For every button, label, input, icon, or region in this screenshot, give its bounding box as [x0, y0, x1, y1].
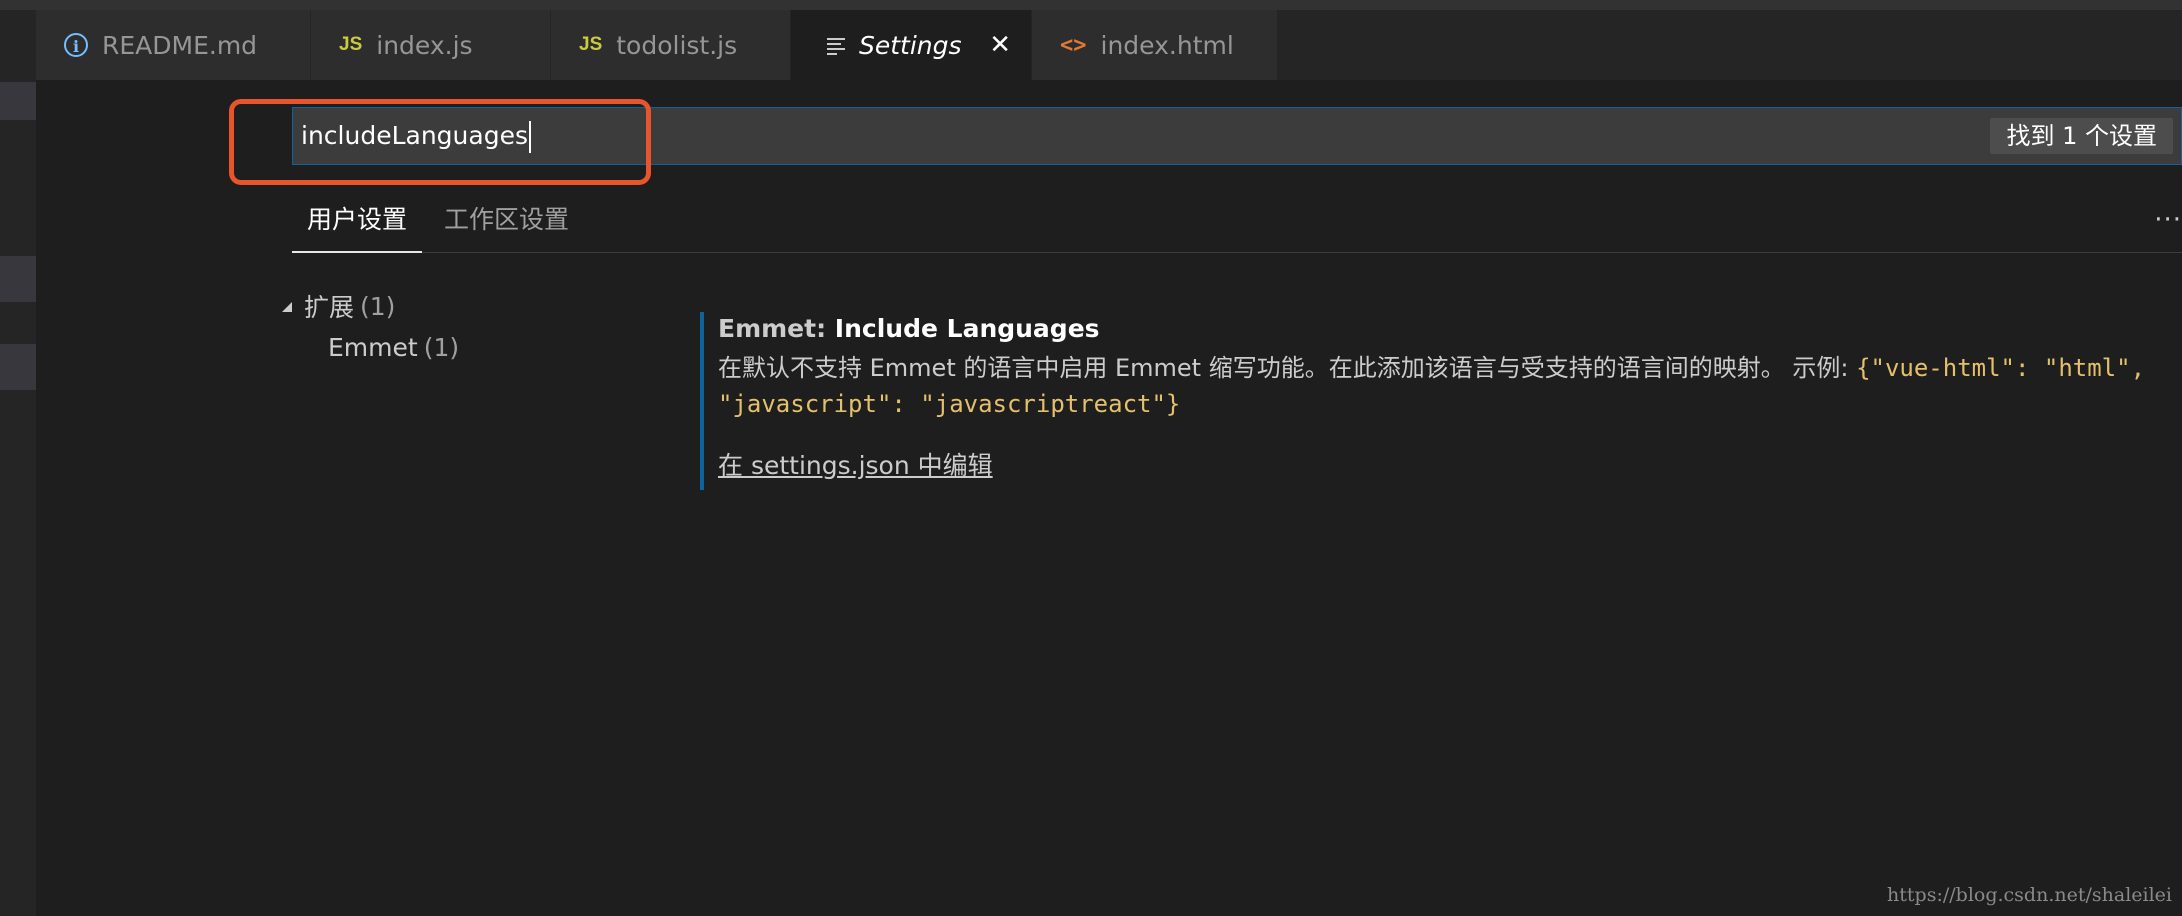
- tree-group-count: (1): [360, 291, 396, 321]
- setting-item: Emmet: Include Languages 在默认不支持 Emmet 的语…: [700, 312, 2182, 490]
- js-file-icon: JS: [339, 34, 363, 55]
- tab-label: README.md: [102, 30, 258, 60]
- watermark: https://blog.csdn.net/shaleilei: [1887, 884, 2172, 906]
- settings-search-box: includeLanguages 找到 1 个设置: [292, 107, 2182, 165]
- tab-user-settings[interactable]: 用户设置: [292, 190, 423, 253]
- tab-label: Settings: [859, 30, 962, 60]
- tab-settings[interactable]: Settings ✕: [791, 10, 1032, 80]
- tree-item-emmet[interactable]: Emmet (1): [328, 333, 459, 362]
- info-icon: i: [64, 33, 88, 57]
- settings-scope-tabs: 用户设置 工作区设置 ···: [292, 190, 2182, 253]
- tree-item-label: Emmet: [328, 333, 418, 362]
- tab-index-js[interactable]: JS index.js: [311, 10, 551, 80]
- tab-label: todolist.js: [616, 30, 738, 60]
- setting-title: Emmet: Include Languages: [718, 314, 2182, 344]
- settings-search-input[interactable]: includeLanguages: [301, 108, 1901, 164]
- tab-readme[interactable]: i README.md: [36, 10, 311, 80]
- title-strip: [0, 0, 2182, 10]
- activity-marker[interactable]: [0, 82, 36, 120]
- tab-index-html[interactable]: <> index.html: [1032, 10, 1278, 80]
- activity-marker[interactable]: [0, 256, 36, 302]
- activity-marker[interactable]: [0, 344, 36, 390]
- settings-lines-icon: [827, 36, 845, 55]
- activity-bar: [0, 10, 36, 916]
- tab-label: index.js: [376, 30, 473, 60]
- setting-description: 在默认不支持 Emmet 的语言中启用 Emmet 缩写功能。在此添加该语言与受…: [718, 350, 2148, 422]
- setting-name: Include Languages: [834, 314, 1100, 343]
- js-file-icon: JS: [579, 34, 603, 55]
- tree-item-count: (1): [423, 333, 460, 362]
- chevron-down-icon: [282, 302, 292, 312]
- search-result-count: 找到 1 个设置: [1990, 118, 2173, 154]
- text-caret: [528, 121, 531, 153]
- tab-workspace-settings[interactable]: 工作区设置: [444, 190, 569, 253]
- edit-in-settings-json-link[interactable]: 在 settings.json 中编辑: [718, 446, 993, 482]
- tree-group-extensions[interactable]: 扩展 (1): [282, 288, 395, 324]
- tab-label: index.html: [1100, 30, 1234, 60]
- close-icon[interactable]: ✕: [989, 10, 1011, 80]
- search-value: includeLanguages: [301, 121, 528, 150]
- html-file-icon: <>: [1060, 32, 1087, 58]
- setting-description-text: 在默认不支持 Emmet 的语言中启用 Emmet 缩写功能。在此添加该语言与受…: [718, 354, 1857, 382]
- editor-tab-bar: i README.md JS index.js JS todolist.js S…: [36, 10, 2182, 80]
- tab-todolist-js[interactable]: JS todolist.js: [551, 10, 791, 80]
- setting-category: Emmet:: [718, 314, 835, 343]
- more-actions-icon[interactable]: ···: [2154, 207, 2182, 233]
- tree-group-label: 扩展: [304, 293, 355, 322]
